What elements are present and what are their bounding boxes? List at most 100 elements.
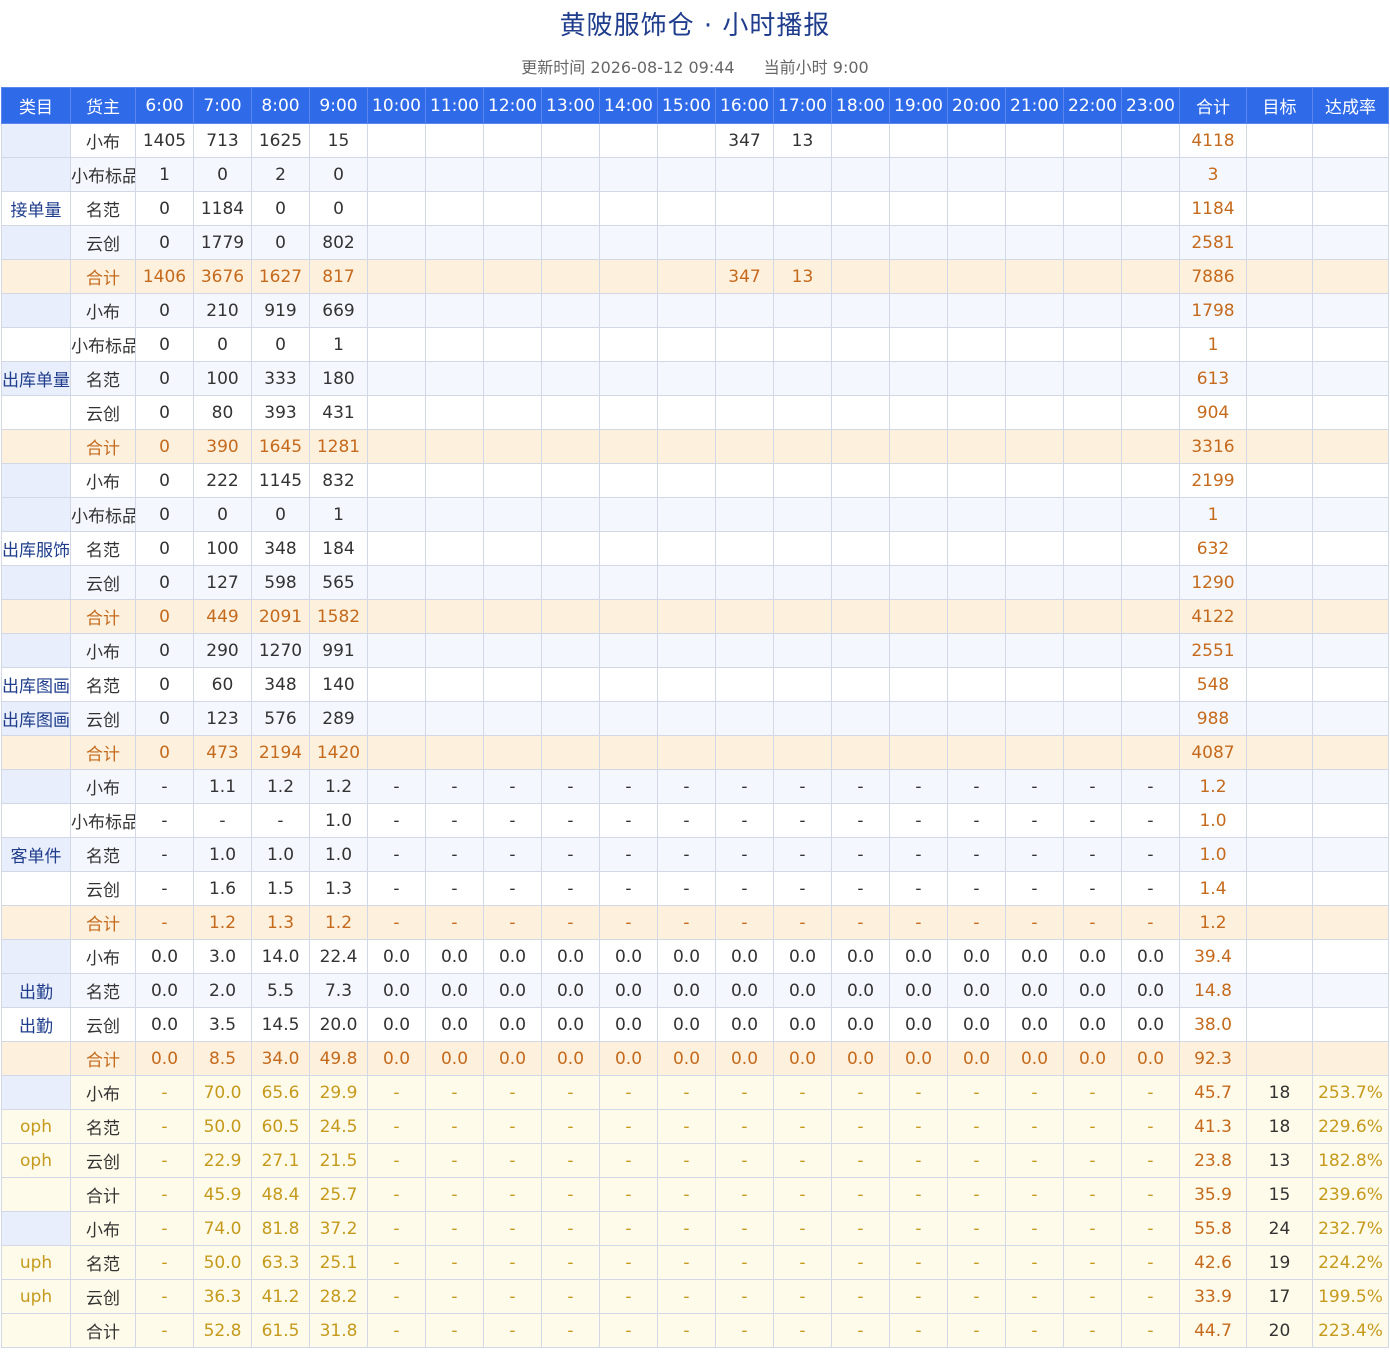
sum-cell: 1.0 (1179, 803, 1247, 838)
hour-value-cell: - (1121, 871, 1180, 906)
hour-value-cell (1121, 565, 1180, 600)
hour-value-cell: 598 (251, 565, 310, 600)
achievement-rate-cell (1312, 633, 1389, 668)
hour-value-cell: - (135, 1279, 194, 1314)
hour-value-cell: 0.0 (367, 1041, 426, 1076)
hour-value-cell (425, 463, 484, 498)
sum-cell: 2199 (1179, 463, 1247, 498)
hour-value-cell: - (1063, 803, 1122, 838)
hour-value-cell: - (541, 1279, 600, 1314)
hour-value-cell: - (1063, 1245, 1122, 1280)
table-row: 云创 0 80 393 431 904 (1, 395, 1389, 430)
sum-cell: 988 (1179, 701, 1247, 736)
hour-value-cell (1005, 701, 1064, 736)
hour-value-cell: 0.0 (425, 973, 484, 1008)
hour-value-cell: 0.0 (541, 1007, 600, 1042)
hour-value-cell (483, 599, 542, 634)
column-header: 22:00 (1063, 87, 1122, 124)
sum-cell: 45.7 (1179, 1075, 1247, 1110)
hour-value-cell: - (773, 1109, 832, 1144)
owner-cell: 合计 (70, 1041, 136, 1076)
category-label: uph (1, 1279, 71, 1314)
owner-cell: 小布 (70, 1075, 136, 1110)
table-row: 小布 -70.0 65.6 29.9- - - - - - - - - - - - - -45.7 18 253.7… (1, 1075, 1389, 1110)
achievement-rate-cell (1312, 735, 1389, 770)
hour-value-cell: 184 (309, 531, 368, 566)
hour-value-cell: 0.0 (715, 1007, 774, 1042)
hour-value-cell (947, 361, 1006, 396)
hour-value-cell (425, 123, 484, 158)
hour-value-cell: 0.0 (657, 973, 716, 1008)
hour-value-cell: 0.0 (425, 939, 484, 974)
hour-value-cell (1005, 395, 1064, 430)
hour-value-cell: - (425, 1075, 484, 1110)
hour-value-cell: - (831, 1313, 890, 1348)
hour-value-cell: 1.2 (251, 769, 310, 804)
page-subtitle: 更新时间 2026-08-12 09:44 当前小时 9:00 (0, 57, 1390, 79)
hour-value-cell (425, 565, 484, 600)
owner-cell: 合计 (70, 1313, 136, 1348)
table-row: 出勤 名范 0.0 2.0 5.5 7.3 0.0 0.0 0.0 0.0 0.0 0.0 0.0 0.0… (1, 973, 1389, 1008)
table-row: 合计 0.0 8.5 34.0 49.8 0.0 0.0 0.0 0.0 0.0 0.0 0.0 0.0… (1, 1041, 1389, 1076)
hour-value-cell (889, 293, 948, 328)
owner-cell: 小布标品 (70, 327, 136, 362)
hour-value-cell (947, 633, 1006, 668)
hour-value-cell (1063, 531, 1122, 566)
hour-value-cell (715, 429, 774, 464)
hour-value-cell (1121, 667, 1180, 702)
hour-value-cell: 0.0 (1005, 973, 1064, 1008)
hour-value-cell: - (541, 1245, 600, 1280)
table-row: 小布 0.0 3.0 14.0 22.4 0.0 0.0 0.0 0.0 0.0 0.0 0.0 0.0… (1, 939, 1389, 974)
category-label: 接单量 (1, 191, 71, 226)
hour-value-cell (425, 497, 484, 532)
owner-cell: 名范 (70, 191, 136, 226)
hour-value-cell (367, 293, 426, 328)
hour-value-cell: 22.9 (193, 1143, 252, 1178)
hour-value-cell: 1 (309, 327, 368, 362)
hour-value-cell: - (135, 871, 194, 906)
hour-value-cell (599, 667, 658, 702)
category-label: 出库单量 (1, 361, 71, 396)
hour-value-cell: 0 (135, 395, 194, 430)
hour-value-cell (715, 361, 774, 396)
hour-value-cell: - (367, 1279, 426, 1314)
hour-value-cell: - (135, 1109, 194, 1144)
hour-value-cell: - (889, 769, 948, 804)
hour-value-cell (773, 497, 832, 532)
hour-value-cell: - (657, 1143, 716, 1178)
hour-value-cell: - (947, 1143, 1006, 1178)
hour-value-cell: - (947, 1177, 1006, 1212)
hour-value-cell (773, 463, 832, 498)
hour-value-cell (1121, 531, 1180, 566)
hour-value-cell: - (367, 1109, 426, 1144)
sum-cell: 1.2 (1179, 769, 1247, 804)
hour-value-cell: - (425, 871, 484, 906)
column-header: 18:00 (831, 87, 890, 124)
hour-value-cell: 1645 (251, 429, 310, 464)
hour-value-cell: - (1005, 1109, 1064, 1144)
target-cell (1246, 191, 1313, 226)
hour-value-cell (425, 361, 484, 396)
hour-value-cell: - (715, 871, 774, 906)
hour-value-cell (541, 599, 600, 634)
hour-value-cell (657, 701, 716, 736)
hour-value-cell: - (889, 1109, 948, 1144)
hour-value-cell: - (831, 837, 890, 872)
hour-value-cell: 63.3 (251, 1245, 310, 1280)
hour-value-cell: 0.0 (483, 1007, 542, 1042)
owner-cell: 小布 (70, 769, 136, 804)
hour-value-cell: - (1121, 1177, 1180, 1212)
hour-value-cell: 0 (135, 361, 194, 396)
hour-value-cell: - (657, 1075, 716, 1110)
hour-value-cell: - (657, 837, 716, 872)
hour-value-cell: - (367, 769, 426, 804)
achievement-rate-cell: 182.8% (1312, 1143, 1389, 1178)
hour-value-cell: 0 (135, 225, 194, 260)
hour-value-cell: 1145 (251, 463, 310, 498)
hour-value-cell (599, 259, 658, 294)
hour-value-cell (1063, 225, 1122, 260)
hour-value-cell: 0 (309, 191, 368, 226)
hour-value-cell: 140 (309, 667, 368, 702)
hour-value-cell (599, 633, 658, 668)
hour-value-cell: - (889, 1313, 948, 1348)
